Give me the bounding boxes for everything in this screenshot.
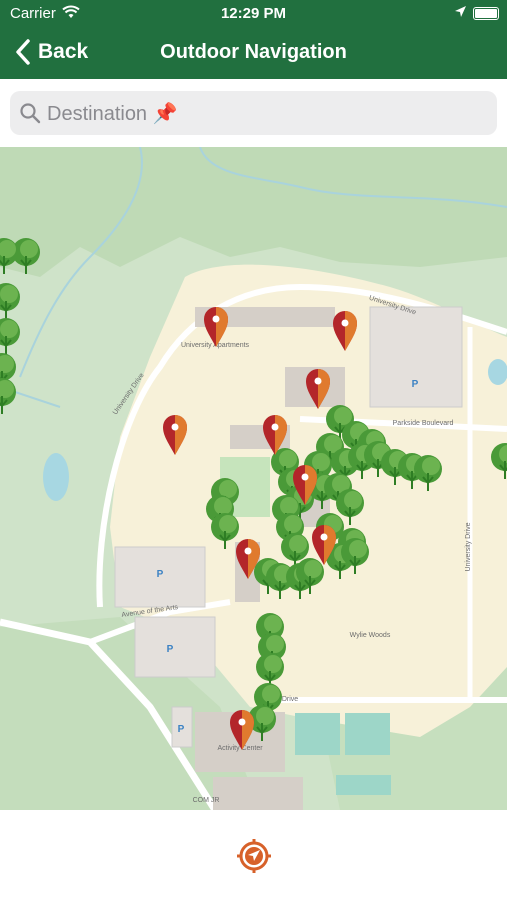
bottom-toolbar (0, 810, 507, 900)
navigation-bar: Back Outdoor Navigation (0, 34, 507, 70)
app-header: Carrier 12:29 PM Back Outdoor Navigation (0, 0, 507, 79)
search-icon (20, 103, 41, 124)
parking-label: P (167, 644, 174, 655)
map-street-label: University Drive (465, 522, 472, 571)
compass-navigation-icon[interactable] (236, 838, 272, 874)
battery-icon (473, 7, 499, 20)
parking-label: P (178, 724, 185, 735)
map-street-label: Wylie Woods (350, 632, 391, 639)
parking-label: P (412, 379, 419, 390)
campus-map[interactable]: University Drive University Drive Parkside… (0, 147, 507, 810)
location-arrow-icon (454, 5, 467, 22)
map-street-label: Parkside Boulevard (393, 420, 454, 427)
search-area: Destination 📌 (0, 79, 507, 147)
map-street-label: Drive (282, 696, 298, 703)
page-title: Outdoor Navigation (160, 41, 347, 63)
parking-label: P (157, 569, 164, 580)
search-placeholder: Destination 📌 (47, 103, 178, 125)
status-time: 12:29 PM (220, 5, 287, 22)
destination-search-input[interactable]: Destination 📌 (10, 91, 497, 135)
status-bar: Carrier 12:29 PM (0, 0, 507, 28)
map-street-label: COM JR (193, 797, 220, 804)
